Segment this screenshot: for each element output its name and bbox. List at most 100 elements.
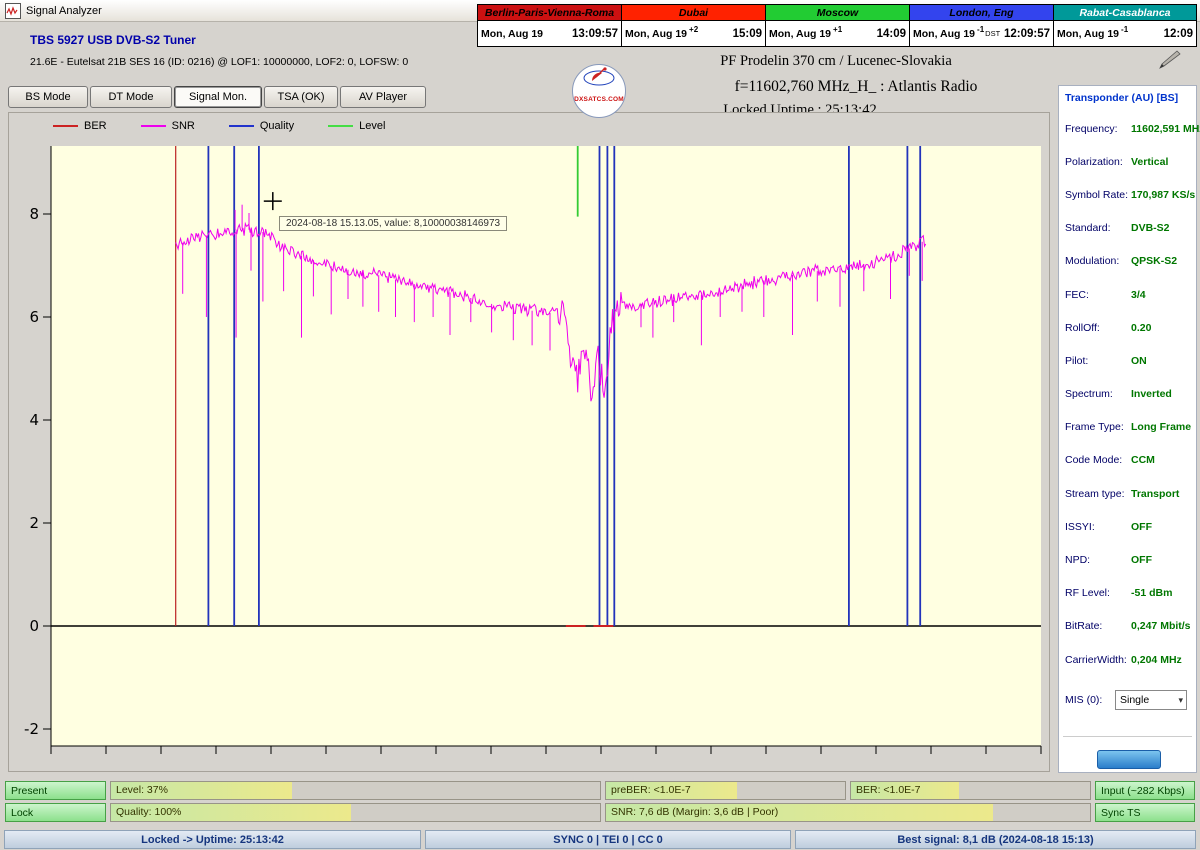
legend-item: Quality <box>229 120 294 132</box>
status-bar-label: SNR: 7,6 dB (Margin: 3,6 dB | Poor) <box>606 804 778 821</box>
status-bar-label: Quality: 100% <box>111 804 181 821</box>
transponder-row-label: BitRate: <box>1065 620 1131 632</box>
frequency-service: f=11602,760 MHz_H_ : Atlantis Radio <box>656 78 1056 96</box>
clock-times: Mon, Aug 1913:09:57Mon, Aug 19+215:09Mon… <box>477 21 1197 47</box>
transponder-row: Standard:DVB-S2 <box>1065 212 1194 245</box>
transponder-row: RF Level:-51 dBm <box>1065 577 1194 610</box>
tab-av-player[interactable]: AV Player <box>340 86 426 108</box>
transponder-row-value: QPSK-S2 <box>1131 255 1177 267</box>
tab-dt-mode[interactable]: DT Mode <box>90 86 172 108</box>
transponder-row: Polarization:Vertical <box>1065 145 1194 178</box>
transponder-row-label: ISSYI: <box>1065 521 1131 533</box>
status-bar: BER: <1.0E-7 <box>850 781 1091 800</box>
transponder-row-value: ON <box>1131 355 1147 367</box>
transponder-row: Pilot:ON <box>1065 344 1194 377</box>
mis-dropdown[interactable]: Single ▾ <box>1115 690 1187 710</box>
clock-city: London, Eng <box>909 4 1053 21</box>
legend-item: Level <box>328 120 385 132</box>
status-flag: Sync TS <box>1095 803 1195 822</box>
legend-label: BER <box>84 120 107 132</box>
svg-text:4: 4 <box>29 411 39 429</box>
clock-dst-flag: DST <box>985 29 1000 38</box>
transponder-row-value: 3/4 <box>1131 289 1146 301</box>
edit-pencil-icon <box>1158 50 1184 75</box>
clock-utc-offset: -1 <box>977 25 984 34</box>
clock-datetime: Mon, Aug 1913:09:57 <box>477 21 621 47</box>
clock-headers: Berlin-Paris-Vienna-RomaDubaiMoscowLondo… <box>477 4 1197 21</box>
clock-date: Mon, Aug 19 <box>769 28 831 40</box>
transponder-row-value: Inverted <box>1131 388 1172 400</box>
tab-signal-mon-[interactable]: Signal Mon. <box>174 86 262 108</box>
transponder-row-label: Stream type: <box>1065 488 1131 500</box>
transponder-row: ISSYI:OFF <box>1065 510 1194 543</box>
status-bar: Level: 37% <box>110 781 601 800</box>
legend-swatch-ber <box>53 125 78 127</box>
clock-time-value: 14:09 <box>877 28 906 40</box>
transponder-row: RollOff:0.20 <box>1065 311 1194 344</box>
clock-datetime: Mon, Aug 19-112:09 <box>1053 21 1197 47</box>
mis-value: Single <box>1120 694 1149 706</box>
transponder-row-value: 0,204 MHz <box>1131 654 1182 666</box>
chart-legend: BER SNR Quality Level <box>53 120 385 132</box>
status-bar-label: BER: <1.0E-7 <box>851 782 921 799</box>
clock-time-value: 13:09:57 <box>572 28 618 40</box>
transponder-row-label: Code Mode: <box>1065 454 1131 466</box>
transponder-title: Transponder (AU) [BS] <box>1065 92 1178 104</box>
tab-bs-mode[interactable]: BS Mode <box>8 86 88 108</box>
transponder-row-label: CarrierWidth: <box>1065 654 1131 666</box>
transponder-row-label: NPD: <box>1065 554 1131 566</box>
clock-date: Mon, Aug 19 <box>625 28 687 40</box>
clock-time-value: 12:09 <box>1164 28 1193 40</box>
transponder-row: FEC:3/4 <box>1065 278 1194 311</box>
legend-label: SNR <box>172 120 195 132</box>
clock-city: Rabat-Casablanca <box>1053 4 1197 21</box>
transponder-row-value: 11602,591 MHz <box>1131 123 1200 135</box>
transponder-row-label: RollOff: <box>1065 322 1131 334</box>
status-flag: Input (~282 Kbps) <box>1095 781 1195 800</box>
transponder-row: Frame Type:Long Frame <box>1065 411 1194 444</box>
dxsatcs-logo: DXSATCS.COM <box>572 64 626 118</box>
clock-city: Berlin-Paris-Vienna-Roma <box>477 4 621 21</box>
transponder-row-value: Transport <box>1131 488 1179 500</box>
clock-datetime: Mon, Aug 19+215:09 <box>621 21 765 47</box>
svg-text:2: 2 <box>29 514 39 532</box>
transponder-action-button[interactable] <box>1097 750 1161 769</box>
svg-text:-2: -2 <box>24 720 39 738</box>
clock-utc-offset: +2 <box>689 25 698 34</box>
transponder-row-value: Vertical <box>1131 156 1168 168</box>
transponder-row: Frequency:11602,591 MHz <box>1065 112 1194 145</box>
transponder-row-label: Spectrum: <box>1065 388 1131 400</box>
transponder-row: Spectrum:Inverted <box>1065 378 1194 411</box>
transponder-row-label: Frame Type: <box>1065 421 1131 433</box>
signal-chart[interactable]: 86420-2 BERSNRQualityLevel 2024-08-18 15… <box>8 112 1050 772</box>
transponder-row-label: Modulation: <box>1065 255 1131 267</box>
status-row-1: PresentLevel: 37%preBER: <1.0E-7BER: <1.… <box>5 781 1195 800</box>
status-bar-label: preBER: <1.0E-7 <box>606 782 691 799</box>
chart-canvas[interactable]: 86420-2 <box>9 113 1051 773</box>
tab-bar: BS ModeDT ModeSignal Mon.TSA (OK)AV Play… <box>8 86 426 108</box>
clock-utc-offset: -1 <box>1121 25 1128 34</box>
transponder-row-label: Polarization: <box>1065 156 1131 168</box>
transponder-panel: Transponder (AU) [BS] Frequency:11602,59… <box>1058 85 1197 773</box>
footer-bar: Locked -> Uptime: 25:13:42 SYNC 0 | TEI … <box>4 830 1196 849</box>
clock-city: Dubai <box>621 4 765 21</box>
status-bar: Quality: 100% <box>110 803 601 822</box>
legend-label: Quality <box>260 120 294 132</box>
legend-swatch-level <box>328 125 353 127</box>
transponder-row: NPD:OFF <box>1065 543 1194 576</box>
panel-separator <box>1063 736 1192 737</box>
mis-label: MIS (0): <box>1065 694 1111 706</box>
transponder-row-label: RF Level: <box>1065 587 1131 599</box>
transponder-row: Modulation:QPSK-S2 <box>1065 245 1194 278</box>
legend-label: Level <box>359 120 385 132</box>
clock-city: Moscow <box>765 4 909 21</box>
clock-utc-offset: +1 <box>833 25 842 34</box>
tab-tsa-ok-[interactable]: TSA (OK) <box>264 86 338 108</box>
logo-text: DXSATCS.COM <box>574 96 624 103</box>
transponder-row-value: OFF <box>1131 521 1152 533</box>
transponder-row: BitRate:0,247 Mbit/s <box>1065 610 1194 643</box>
transponder-row: CarrierWidth:0,204 MHz <box>1065 643 1194 676</box>
svg-text:0: 0 <box>29 617 39 635</box>
footer-lock-status: Locked -> Uptime: 25:13:42 <box>4 830 421 849</box>
transponder-row-value: 0.20 <box>1131 322 1151 334</box>
